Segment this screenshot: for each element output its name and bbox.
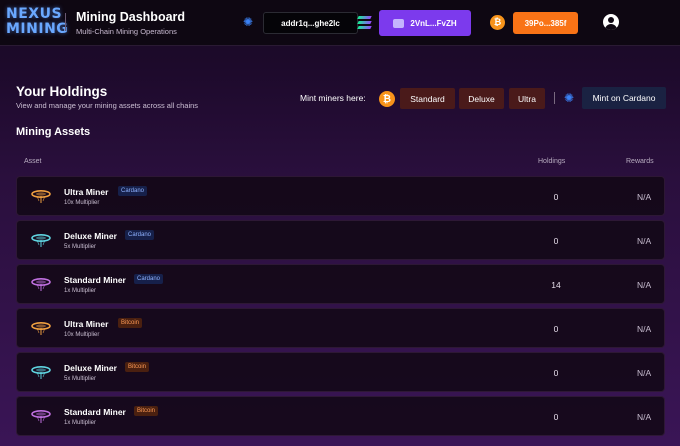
assets-table: Ultra Miner Cardano 10x Multiplier 0 N/A… xyxy=(16,176,665,440)
column-header-rewards: Rewards xyxy=(626,158,654,165)
miner-name: Standard Miner xyxy=(64,275,126,285)
table-row[interactable]: Deluxe Miner Bitcoin 5x Multiplier 0 N/A xyxy=(16,352,665,392)
miner-icon xyxy=(31,276,51,292)
table-row[interactable]: Deluxe Miner Cardano 5x Multiplier 0 N/A xyxy=(16,220,665,260)
mining-assets-title: Mining Assets xyxy=(16,126,91,138)
user-icon[interactable] xyxy=(603,14,619,30)
rewards-value: N/A xyxy=(637,324,652,334)
miner-multiplier: 10x Multiplier xyxy=(64,332,100,338)
mint-ultra-button[interactable]: Ultra xyxy=(509,88,545,109)
header-divider xyxy=(65,13,66,31)
mint-divider xyxy=(554,92,555,104)
column-header-asset: Asset xyxy=(24,158,42,165)
miner-name: Standard Miner xyxy=(64,407,126,417)
chain-badge: Cardano xyxy=(125,230,155,240)
cardano-wallet-button[interactable]: addr1q...ghe2lc xyxy=(263,12,358,34)
table-row[interactable]: Standard Miner Cardano 1x Multiplier 14 … xyxy=(16,264,665,304)
logo[interactable]: NEXUS MINING xyxy=(6,6,69,37)
top-header: NEXUS MINING Mining Dashboard Multi-Chai… xyxy=(0,0,680,46)
miner-icon xyxy=(31,364,51,380)
column-header-holdings: Holdings xyxy=(538,158,566,165)
holdings-value: 0 xyxy=(553,324,559,334)
table-row[interactable]: Ultra Miner Bitcoin 10x Multiplier 0 N/A xyxy=(16,308,665,348)
miner-name: Deluxe Miner xyxy=(64,231,117,241)
bitcoin-icon: ₿ xyxy=(490,15,505,30)
solana-wallet-button[interactable]: 2VnL...FvZH xyxy=(379,10,471,36)
chain-badge: Bitcoin xyxy=(118,318,143,328)
miner-multiplier: 5x Multiplier xyxy=(64,376,97,382)
logo-line-2: MINING xyxy=(6,21,69,37)
mint-on-cardano-button[interactable]: Mint on Cardano xyxy=(582,87,666,109)
ghost-wallet-icon xyxy=(393,18,405,28)
table-row[interactable]: Ultra Miner Cardano 10x Multiplier 0 N/A xyxy=(16,176,665,216)
mint-standard-button[interactable]: Standard xyxy=(400,88,455,109)
miner-multiplier: 10x Multiplier xyxy=(64,200,100,206)
mint-label: Mint miners here: xyxy=(300,93,366,103)
holdings-value: 0 xyxy=(553,236,559,246)
rewards-value: N/A xyxy=(637,412,652,422)
solana-icon xyxy=(356,16,372,29)
miner-multiplier: 1x Multiplier xyxy=(64,420,97,426)
page-title: Mining Dashboard xyxy=(76,10,186,24)
miner-name: Deluxe Miner xyxy=(64,363,117,373)
chain-badge: Cardano xyxy=(118,186,148,196)
holdings-value: 0 xyxy=(553,368,559,378)
logo-line-1: NEXUS xyxy=(6,6,63,22)
holdings-value: 0 xyxy=(553,412,559,422)
miner-name: Ultra Miner xyxy=(64,187,109,197)
miner-multiplier: 5x Multiplier xyxy=(64,244,97,250)
chain-badge: Cardano xyxy=(134,274,164,284)
miner-icon xyxy=(31,320,51,336)
rewards-value: N/A xyxy=(637,280,652,290)
bitcoin-icon: ₿ xyxy=(379,91,395,107)
miner-name: Ultra Miner xyxy=(64,319,109,329)
miner-icon xyxy=(31,232,51,248)
miner-icon xyxy=(31,188,51,204)
page-subtitle: Multi-Chain Mining Operations xyxy=(76,27,177,36)
chain-badge: Bitcoin xyxy=(134,406,159,416)
table-row[interactable]: Standard Miner Bitcoin 1x Multiplier 0 N… xyxy=(16,396,665,436)
rewards-value: N/A xyxy=(637,368,652,378)
miner-multiplier: 1x Multiplier xyxy=(64,288,97,294)
cardano-icon: ✺ xyxy=(242,15,254,29)
miner-icon xyxy=(31,408,51,424)
chain-badge: Bitcoin xyxy=(125,362,150,372)
bitcoin-wallet-button[interactable]: 39Po...385f xyxy=(513,12,578,34)
solana-wallet-address: 2VnL...FvZH xyxy=(410,18,457,28)
cardano-icon: ✺ xyxy=(563,91,575,105)
mint-deluxe-button[interactable]: Deluxe xyxy=(459,88,504,109)
holdings-subtitle: View and manage your mining assets acros… xyxy=(16,101,199,110)
holdings-value: 14 xyxy=(551,280,561,290)
holdings-title: Your Holdings xyxy=(16,84,108,99)
rewards-value: N/A xyxy=(637,192,652,202)
holdings-value: 0 xyxy=(553,192,559,202)
rewards-value: N/A xyxy=(637,236,652,246)
